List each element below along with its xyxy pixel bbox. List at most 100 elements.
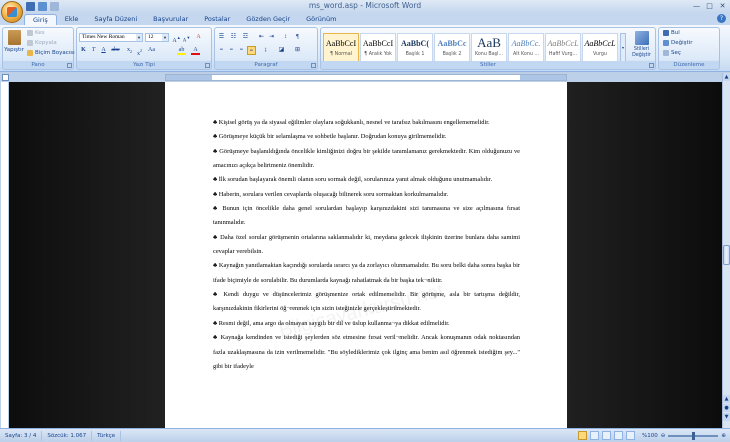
paragraph: ♣ Kendi duygu ve düşüncelerimiz görüşmen… bbox=[213, 291, 520, 313]
brush-icon bbox=[27, 50, 33, 56]
replace-icon bbox=[663, 40, 669, 46]
show-marks-icon[interactable]: ¶ bbox=[293, 33, 302, 42]
horizontal-ruler bbox=[0, 73, 730, 82]
styles-scroll-button[interactable]: ▾ bbox=[620, 33, 626, 62]
close-button[interactable]: ✕ bbox=[717, 1, 728, 11]
clear-formatting-icon[interactable]: A bbox=[194, 33, 203, 42]
draft-view-icon[interactable] bbox=[626, 431, 636, 440]
decrease-indent-icon[interactable]: ⇤ bbox=[257, 33, 266, 42]
next-page-icon[interactable]: ▼ bbox=[723, 413, 730, 421]
change-styles-icon bbox=[634, 31, 649, 45]
style-subtle-emphasis[interactable]: AaBbCcL Hafif Vurg... bbox=[545, 33, 581, 62]
browse-object-icon[interactable]: ● bbox=[723, 404, 730, 412]
italic-icon[interactable]: T bbox=[89, 46, 98, 55]
format-painter-button[interactable]: Biçim Boyacısı bbox=[27, 50, 75, 56]
find-button[interactable]: Bul bbox=[663, 30, 680, 36]
bullets-icon[interactable]: ☰ bbox=[217, 33, 226, 42]
subscript-icon[interactable]: x2 bbox=[125, 46, 134, 55]
ruler-scale[interactable] bbox=[165, 74, 567, 81]
align-right-icon[interactable]: ≡ bbox=[237, 46, 246, 55]
zoom-level[interactable]: %100 bbox=[642, 433, 658, 439]
cut-button[interactable]: Kes bbox=[27, 30, 45, 36]
change-case-icon[interactable]: Aa bbox=[147, 46, 156, 55]
editing-group: Bul Değiştir Seç Düzenleme bbox=[658, 27, 720, 70]
font-launcher-icon[interactable] bbox=[205, 63, 210, 68]
align-center-icon[interactable]: ≡ bbox=[227, 46, 236, 55]
scroll-up-icon[interactable]: ▲ bbox=[723, 73, 730, 81]
zoom-slider[interactable] bbox=[668, 431, 719, 440]
help-icon[interactable]: ? bbox=[717, 14, 726, 23]
maximize-button[interactable]: □ bbox=[704, 1, 715, 11]
sort-icon[interactable]: ↕ bbox=[281, 33, 290, 42]
document-page[interactable]: Bilgisayarkursu.net ♣ Kişisel görüş ya d… bbox=[165, 82, 567, 428]
tab-references[interactable]: Başvurular bbox=[145, 14, 196, 25]
styles-group: AaBbCcI ¶ Normal AaBbCcI ¶ Aralık Yok Aa… bbox=[320, 27, 656, 70]
vertical-ruler bbox=[0, 82, 9, 428]
minimize-button[interactable]: — bbox=[691, 1, 702, 11]
font-name-combo[interactable]: Times New Roman ▼ bbox=[79, 33, 143, 42]
bold-icon[interactable]: K bbox=[79, 46, 88, 55]
style-subtitle[interactable]: AaBbCc. Alt Konu ... bbox=[508, 33, 544, 62]
style-title[interactable]: AaB Konu Başl... bbox=[471, 33, 507, 62]
web-layout-view-icon[interactable] bbox=[602, 431, 612, 440]
outline-view-icon[interactable] bbox=[614, 431, 624, 440]
borders-icon[interactable]: ⊞ bbox=[293, 46, 302, 55]
highlight-icon[interactable]: ab bbox=[177, 46, 186, 55]
superscript-icon[interactable]: x2 bbox=[135, 46, 144, 57]
style-emphasis[interactable]: AaBbCcL Vurgu bbox=[582, 33, 618, 62]
justify-icon[interactable]: ≡ bbox=[247, 46, 256, 55]
tab-home[interactable]: Giriş bbox=[24, 14, 57, 25]
clipboard-group: Yapıştır Kes Kopyala Biçim Boyacısı Pano bbox=[2, 27, 75, 70]
previous-page-icon[interactable]: ▲ bbox=[723, 395, 730, 403]
strikethrough-icon[interactable]: abe bbox=[111, 46, 120, 55]
shrink-font-icon[interactable]: A▼ bbox=[182, 33, 191, 44]
full-screen-reading-view-icon[interactable] bbox=[590, 431, 600, 440]
language-indicator[interactable]: Türkçe bbox=[92, 430, 122, 441]
page-content[interactable]: ♣ Kişisel görüş ya da siyasal eğilimler … bbox=[213, 116, 520, 374]
chevron-down-icon[interactable]: ▼ bbox=[162, 34, 168, 41]
scissors-icon bbox=[27, 30, 33, 36]
tab-view[interactable]: Görünüm bbox=[298, 14, 344, 25]
paragraph-launcher-icon[interactable] bbox=[311, 63, 316, 68]
ribbon: Yapıştır Kes Kopyala Biçim Boyacısı Pano… bbox=[0, 25, 730, 72]
zoom-out-icon[interactable]: ⊖ bbox=[661, 433, 666, 439]
shading-icon[interactable]: ◪ bbox=[277, 46, 286, 55]
styles-launcher-icon[interactable] bbox=[649, 63, 654, 68]
underline-icon[interactable]: A bbox=[99, 46, 108, 55]
chevron-down-icon[interactable]: ▼ bbox=[136, 34, 142, 41]
zoom-in-icon[interactable]: ⊕ bbox=[721, 433, 726, 439]
select-button[interactable]: Seç bbox=[663, 50, 681, 56]
style-no-spacing[interactable]: AaBbCcI ¶ Aralık Yok bbox=[360, 33, 396, 62]
align-left-icon[interactable]: ≡ bbox=[217, 46, 226, 55]
font-size-combo[interactable]: 12 ▼ bbox=[145, 33, 169, 42]
page-count[interactable]: Sayfa: 3 / 4 bbox=[0, 430, 43, 441]
grow-font-icon[interactable]: A▲ bbox=[172, 33, 181, 44]
vertical-scrollbar[interactable]: ▲ ▲ ● ▼ bbox=[722, 73, 730, 428]
clipboard-launcher-icon[interactable] bbox=[67, 63, 72, 68]
paragraph: ♣ Görüşmeye başlanıldığında öncelikle ki… bbox=[213, 147, 520, 170]
copy-button[interactable]: Kopyala bbox=[27, 40, 57, 46]
tab-selector-icon[interactable] bbox=[2, 74, 9, 81]
cursor-icon bbox=[663, 50, 669, 56]
increase-indent-icon[interactable]: ⇥ bbox=[267, 33, 276, 42]
tab-review[interactable]: Gözden Geçir bbox=[238, 14, 298, 25]
office-button[interactable] bbox=[1, 1, 23, 23]
tab-insert[interactable]: Ekle bbox=[57, 14, 87, 25]
tab-mailings[interactable]: Postalar bbox=[196, 14, 238, 25]
font-color-icon[interactable]: A bbox=[191, 46, 200, 55]
multilevel-list-icon[interactable]: ☲ bbox=[241, 33, 250, 42]
zoom-slider-knob[interactable] bbox=[692, 431, 696, 440]
scroll-thumb[interactable] bbox=[723, 245, 730, 265]
style-heading-2[interactable]: AaBbCc Başlık 2 bbox=[434, 33, 470, 62]
style-normal[interactable]: AaBbCcI ¶ Normal bbox=[323, 33, 359, 62]
binoculars-icon bbox=[663, 30, 669, 36]
replace-button[interactable]: Değiştir bbox=[663, 40, 692, 46]
line-spacing-icon[interactable]: ↨ bbox=[261, 46, 270, 55]
word-count[interactable]: Sözcük: 1.067 bbox=[42, 430, 93, 441]
print-layout-view-icon[interactable] bbox=[578, 431, 588, 440]
tab-page-layout[interactable]: Sayfa Düzeni bbox=[86, 14, 145, 25]
paste-button[interactable]: Yapıştır bbox=[4, 30, 24, 53]
style-heading-1[interactable]: AaBbC( Başlık 1 bbox=[397, 33, 433, 62]
numbering-icon[interactable]: ☷ bbox=[229, 33, 238, 42]
change-styles-button[interactable]: Stilleri Değiştir bbox=[628, 31, 655, 59]
